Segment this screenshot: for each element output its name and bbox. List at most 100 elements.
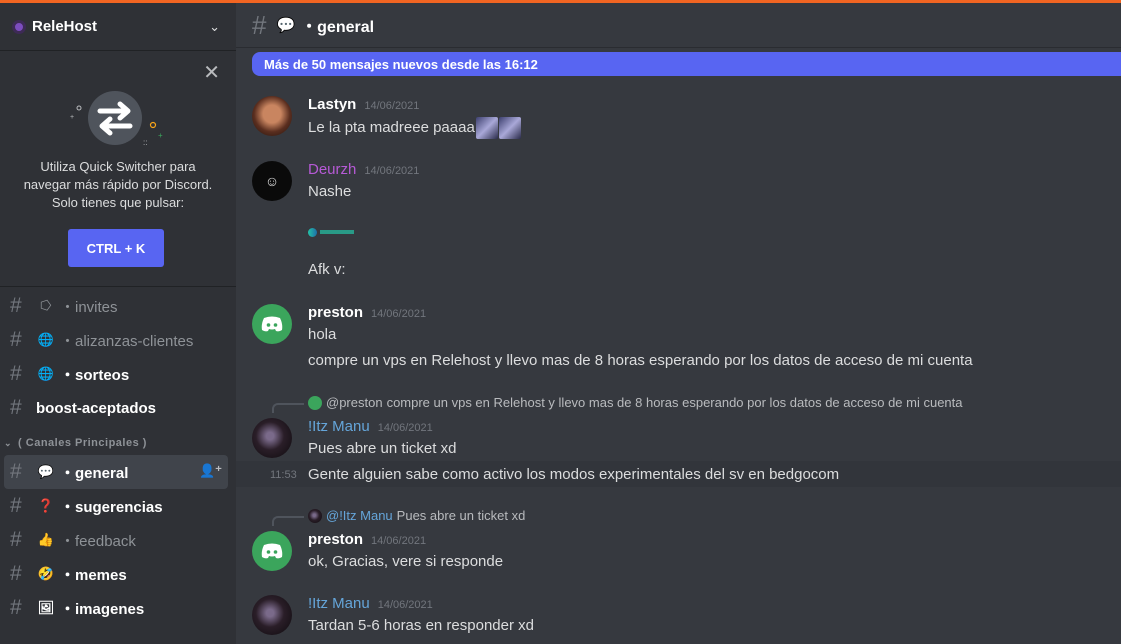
- channel-memes[interactable]: # 🤣 ・memes: [4, 557, 228, 591]
- reply-avatar: [308, 395, 322, 410]
- message-text: Nashe: [308, 183, 352, 200]
- author-name[interactable]: preston 14/06/2021: [308, 531, 426, 548]
- author-name[interactable]: !Itz Manu 14/06/2021: [308, 418, 433, 435]
- hexagon-icon: ⭔: [40, 298, 52, 313]
- discord-logo-icon: [261, 543, 283, 559]
- channel-sugerencias[interactable]: # ❓ ・sugerencias: [4, 489, 228, 523]
- avatar[interactable]: [252, 418, 292, 458]
- quick-switcher-text: Utiliza Quick Switcher para navegar más …: [0, 158, 236, 212]
- hover-timestamp: 11:53: [270, 469, 297, 481]
- author-name[interactable]: !Itz Manu 14/06/2021: [308, 595, 433, 612]
- message-content: Le la pta madreee paaaa: [308, 117, 521, 139]
- author-name[interactable]: Lastyn 14/06/2021: [308, 96, 419, 113]
- channel-alizanzas-clientes[interactable]: # 🌐 ・alizanzas-clientes: [4, 323, 228, 357]
- embedded-logo-image[interactable]: [308, 227, 356, 237]
- channel-feedback[interactable]: # 👍 ・feedback: [4, 523, 228, 557]
- avatar[interactable]: [252, 531, 292, 571]
- hash-icon: #: [10, 294, 22, 317]
- reply-preview[interactable]: @!Itz Manu Pues abre un ticket xd: [308, 508, 525, 523]
- svg-text:::: ::: [143, 138, 147, 147]
- channel-sorteos[interactable]: # 🌐 ・sorteos: [4, 357, 228, 391]
- author-label: Deurzh: [308, 161, 357, 178]
- server-header[interactable]: ReleHost ⌄: [0, 3, 236, 51]
- channel-label: ・sugerencias: [60, 498, 163, 516]
- close-icon[interactable]: ✕: [203, 63, 220, 83]
- avatar[interactable]: [252, 96, 292, 136]
- message-text: Le la pta madreee paaaa: [308, 118, 475, 136]
- category-label: ( Canales Principales ): [18, 437, 147, 449]
- avatar[interactable]: [252, 304, 292, 344]
- custom-emoji[interactable]: [498, 117, 521, 139]
- reply-connector: [272, 516, 304, 526]
- channel-label: ・invites: [60, 298, 118, 316]
- channel-label: ・imagenes: [60, 600, 145, 618]
- avatar[interactable]: ☺: [252, 161, 292, 201]
- author-name[interactable]: preston 14/06/2021: [308, 304, 426, 321]
- speech-bubble-icon: 💬: [276, 17, 296, 34]
- channel-title: ・general: [301, 19, 375, 36]
- invite-user-icon[interactable]: 👤⁺: [199, 463, 222, 479]
- message-text: hola: [308, 326, 337, 343]
- new-messages-bar[interactable]: Más de 50 mensajes nuevos desde las 16:1…: [252, 52, 1121, 76]
- server-logo-icon: [12, 19, 26, 34]
- channel-general[interactable]: # 💬 ・general 👤⁺: [4, 455, 228, 489]
- framed-picture-icon: 🖼: [37, 600, 55, 615]
- hash-icon: #: [10, 396, 22, 419]
- reply-text: compre un vps en Relehost y llevo mas de…: [386, 395, 963, 410]
- author-label: preston: [308, 304, 364, 321]
- channel-header: # 💬 ・general: [236, 3, 1121, 48]
- message-text: ok, Gracias, vere si responde: [308, 553, 504, 570]
- server-name: ReleHost: [32, 18, 98, 35]
- timestamp: 14/06/2021: [364, 165, 420, 177]
- promo-line: Utiliza Quick Switcher para: [40, 159, 196, 174]
- channel-label: ・memes: [60, 566, 127, 584]
- chat-area: # 💬 ・general Más de 50 mensajes nuevos d…: [236, 3, 1121, 644]
- promo-line: Solo tienes que pulsar:: [51, 195, 185, 210]
- hash-icon: #: [10, 596, 22, 619]
- message-text: Pues abre un ticket xd: [308, 440, 457, 457]
- ctrl-k-button[interactable]: CTRL + K: [68, 229, 164, 267]
- timestamp: 14/06/2021: [371, 308, 427, 320]
- channel-label: ・feedback: [60, 532, 136, 550]
- channel-list: # ⭔ ・invites # 🌐 ・alizanzas-clientes # 🌐…: [0, 289, 236, 625]
- thumbs-up-icon: 👍: [37, 532, 55, 547]
- channel-sidebar: ReleHost ⌄ ✕ + + :: Utiliza Quick Switch…: [0, 3, 236, 644]
- channel-boost-aceptados[interactable]: # boost-aceptados: [4, 391, 228, 425]
- hash-icon: #: [10, 528, 22, 551]
- reply-text: Pues abre un ticket xd: [396, 508, 526, 523]
- reply-avatar: [308, 508, 322, 523]
- message-text: Afk v:: [308, 261, 346, 278]
- channel-imagenes[interactable]: # 🖼 ・imagenes: [4, 591, 228, 625]
- chevron-down-icon[interactable]: ⌄: [209, 19, 220, 35]
- reply-connector: [272, 403, 304, 413]
- message-text: Gente alguien sabe como activo los modos…: [308, 466, 840, 483]
- channel-label: boost-aceptados: [36, 399, 157, 417]
- author-label: !Itz Manu: [308, 595, 370, 612]
- author-label: !Itz Manu: [308, 418, 370, 435]
- category-canales-principales[interactable]: ⌄ ( Canales Principales ): [0, 431, 236, 455]
- timestamp: 14/06/2021: [377, 599, 433, 611]
- speech-bubble-icon: 💬: [37, 464, 55, 479]
- channel-label: ・general: [60, 464, 129, 482]
- timestamp: 14/06/2021: [377, 422, 433, 434]
- quick-switcher-arrows-icon: + + ::: [70, 91, 163, 147]
- channel-label: ・alizanzas-clientes: [60, 332, 194, 350]
- author-name[interactable]: Deurzh 14/06/2021: [308, 161, 419, 178]
- globe-icon: 🌐: [37, 366, 55, 381]
- hash-icon: #: [252, 9, 267, 40]
- hash-icon: #: [10, 328, 22, 351]
- message-text: Tardan 5-6 horas en responder xd: [308, 617, 534, 634]
- hash-icon: #: [10, 494, 22, 517]
- author-label: Lastyn: [308, 96, 357, 113]
- reply-author: @preston: [326, 395, 383, 410]
- timestamp: 14/06/2021: [371, 535, 427, 547]
- channel-label: ・sorteos: [60, 366, 130, 384]
- author-label: preston: [308, 531, 364, 548]
- custom-emoji[interactable]: [475, 117, 498, 139]
- hash-icon: #: [10, 362, 22, 385]
- channel-invites[interactable]: # ⭔ ・invites: [4, 289, 228, 323]
- reply-preview[interactable]: @preston compre un vps en Relehost y lle…: [308, 395, 963, 410]
- svg-text:+: +: [158, 131, 163, 140]
- reply-author: @!Itz Manu: [326, 508, 393, 523]
- avatar[interactable]: [252, 595, 292, 635]
